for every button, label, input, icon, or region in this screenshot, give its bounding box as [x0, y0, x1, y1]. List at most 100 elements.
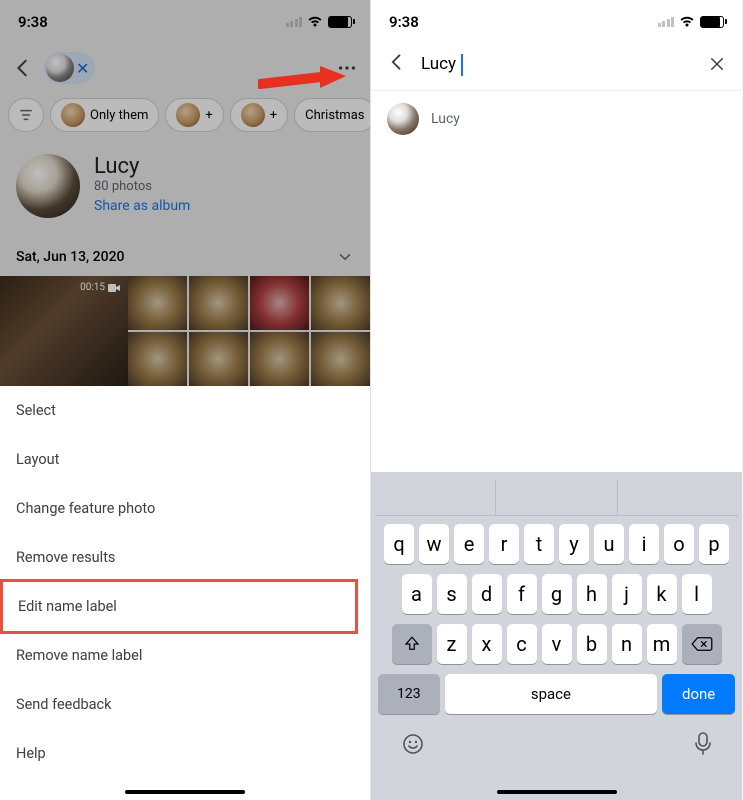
key-s[interactable]: s: [437, 574, 467, 614]
more-options-button[interactable]: [336, 57, 358, 79]
clear-input-button[interactable]: [708, 55, 726, 73]
emoji-key[interactable]: [401, 732, 425, 760]
only-them-chip[interactable]: Only them: [50, 98, 159, 132]
photo-thumbnail[interactable]: [128, 332, 187, 386]
key-l[interactable]: l: [682, 574, 712, 614]
menu-remove-name-label[interactable]: Remove name label: [0, 631, 370, 680]
cellular-signal-icon: [658, 17, 675, 27]
photo-thumbnail[interactable]: [250, 276, 309, 330]
add-person-chip-2[interactable]: +: [230, 98, 288, 132]
menu-edit-name-label[interactable]: Edit name label: [0, 579, 358, 634]
action-sheet-menu: Select Layout Change feature photo Remov…: [0, 386, 370, 778]
person-avatar-icon: [241, 103, 265, 127]
profile-info: Lucy 80 photos Share as album: [94, 154, 190, 218]
key-j[interactable]: j: [612, 574, 642, 614]
status-icons: [286, 16, 353, 28]
photo-thumbnail[interactable]: [189, 332, 248, 386]
home-indicator[interactable]: [125, 790, 245, 794]
back-button[interactable]: [12, 57, 34, 79]
key-v[interactable]: v: [542, 624, 572, 664]
dim-background: 9:38 ✕: [0, 0, 370, 386]
filter-chip-row[interactable]: Only them + + Christmas: [0, 98, 370, 144]
battery-icon: [328, 16, 352, 28]
photo-thumbnail-video[interactable]: 00:15: [0, 276, 128, 386]
back-button[interactable]: [387, 52, 407, 76]
status-bar: 9:38: [371, 0, 742, 38]
done-key[interactable]: done: [662, 674, 735, 714]
photo-thumbnails: [128, 276, 370, 386]
menu-send-feedback[interactable]: Send feedback: [0, 680, 370, 729]
photo-thumbnail[interactable]: [189, 276, 248, 330]
filter-icon-chip[interactable]: [8, 98, 44, 132]
key-x[interactable]: x: [472, 624, 502, 664]
date-header[interactable]: Sat, Jun 13, 2020: [0, 238, 370, 276]
chip-label: Christmas: [305, 108, 364, 123]
search-header: [371, 38, 742, 91]
profile-avatar[interactable]: [16, 154, 80, 218]
profile-section: Lucy 80 photos Share as album: [0, 144, 370, 238]
key-m[interactable]: m: [647, 624, 677, 664]
text-cursor: [461, 54, 463, 76]
add-person-chip-1[interactable]: +: [165, 98, 223, 132]
key-w[interactable]: w: [419, 524, 449, 564]
person-avatar: [46, 54, 74, 82]
status-time: 9:38: [18, 13, 48, 31]
key-g[interactable]: g: [542, 574, 572, 614]
ios-keyboard: qwertyuiop asdfghjkl zxcvbnm 123 space d…: [371, 472, 742, 800]
header: ✕: [0, 38, 370, 98]
key-n[interactable]: n: [612, 624, 642, 664]
keyboard-row-1: qwertyuiop: [375, 524, 738, 564]
key-u[interactable]: u: [594, 524, 624, 564]
key-o[interactable]: o: [664, 524, 694, 564]
plus-icon: +: [270, 108, 277, 123]
person-avatar-icon: [176, 103, 200, 127]
person-avatar-icon: [61, 103, 85, 127]
key-r[interactable]: r: [489, 524, 519, 564]
date-text: Sat, Jun 13, 2020: [16, 249, 125, 265]
remove-filter-icon[interactable]: ✕: [76, 59, 89, 78]
key-c[interactable]: c: [507, 624, 537, 664]
space-key[interactable]: space: [445, 674, 658, 714]
key-a[interactable]: a: [402, 574, 432, 614]
menu-layout[interactable]: Layout: [0, 435, 370, 484]
numeric-key[interactable]: 123: [378, 674, 440, 714]
key-d[interactable]: d: [472, 574, 502, 614]
menu-select[interactable]: Select: [0, 386, 370, 435]
status-time: 9:38: [389, 13, 419, 31]
key-b[interactable]: b: [577, 624, 607, 664]
keyboard-footer: [375, 714, 738, 760]
key-i[interactable]: i: [629, 524, 659, 564]
key-z[interactable]: z: [437, 624, 467, 664]
menu-change-feature-photo[interactable]: Change feature photo: [0, 484, 370, 533]
dictation-key[interactable]: [694, 732, 712, 760]
chevron-down-icon[interactable]: [336, 248, 354, 266]
key-y[interactable]: y: [559, 524, 589, 564]
suggestion-item[interactable]: Lucy: [371, 91, 742, 147]
key-h[interactable]: h: [577, 574, 607, 614]
photo-thumbnail[interactable]: [311, 276, 370, 330]
photo-thumbnail[interactable]: [311, 332, 370, 386]
key-k[interactable]: k: [647, 574, 677, 614]
key-t[interactable]: t: [524, 524, 554, 564]
key-f[interactable]: f: [507, 574, 537, 614]
key-p[interactable]: p: [699, 524, 729, 564]
shift-key[interactable]: [392, 624, 432, 664]
name-label-input[interactable]: [421, 54, 643, 74]
photo-thumbnail[interactable]: [250, 332, 309, 386]
photo-thumbnail[interactable]: [128, 276, 187, 330]
person-filter-chip[interactable]: ✕: [44, 52, 95, 84]
menu-help[interactable]: Help: [0, 729, 370, 778]
wifi-icon: [307, 16, 323, 28]
video-duration: 00:15: [80, 282, 105, 293]
share-album-link[interactable]: Share as album: [94, 198, 190, 214]
home-indicator[interactable]: [497, 790, 617, 794]
backspace-key[interactable]: [682, 624, 722, 664]
cellular-signal-icon: [286, 17, 303, 27]
predictive-text-bar[interactable]: [375, 480, 738, 516]
keyboard-row-3-letters: zxcvbnm: [437, 624, 677, 664]
christmas-chip[interactable]: Christmas: [294, 98, 370, 132]
key-q[interactable]: q: [384, 524, 414, 564]
menu-remove-results[interactable]: Remove results: [0, 533, 370, 582]
plus-icon: +: [205, 108, 212, 123]
key-e[interactable]: e: [454, 524, 484, 564]
